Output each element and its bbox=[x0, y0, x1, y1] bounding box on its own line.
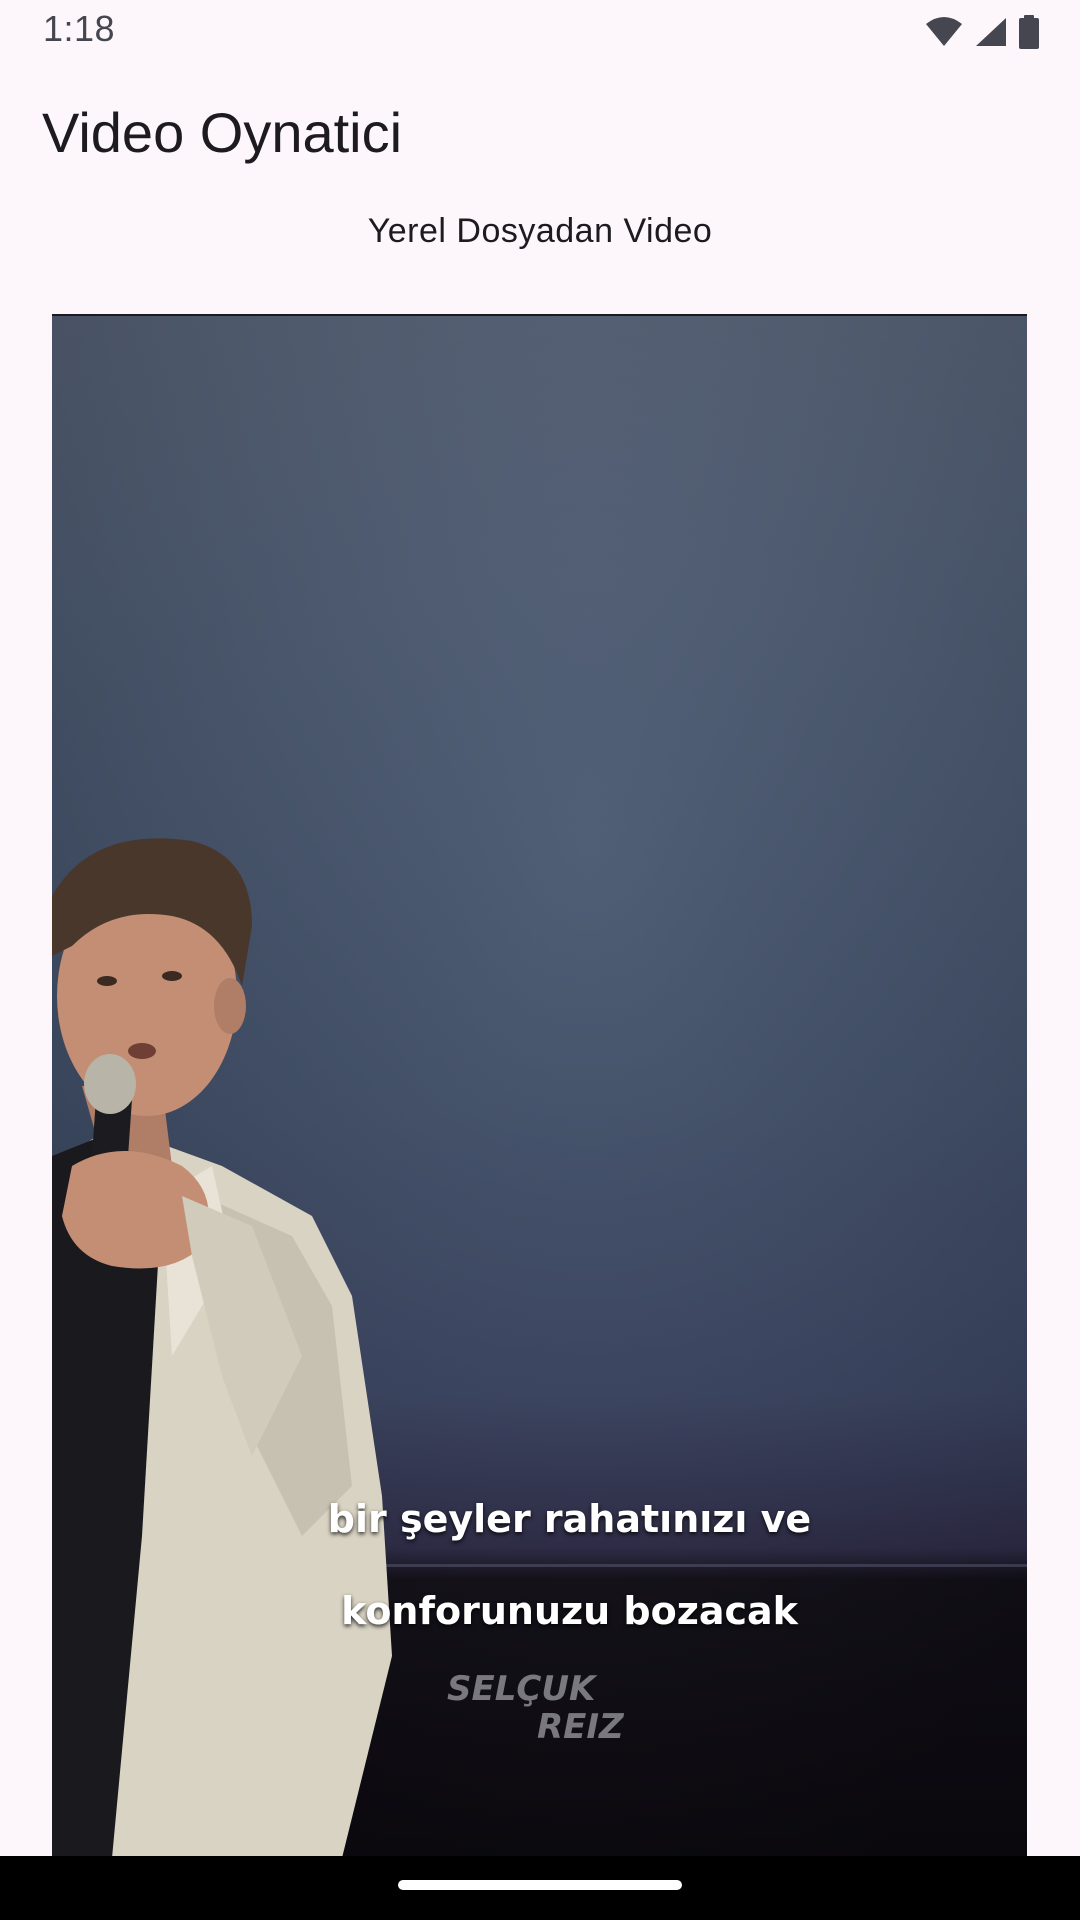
navigation-bar bbox=[0, 1856, 1080, 1920]
video-subtitle-line-2: konforunuzu bozacak bbox=[341, 1589, 798, 1633]
wifi-icon bbox=[924, 16, 964, 48]
video-player[interactable]: bir şeyler rahatınızı ve konforunuzu boz… bbox=[52, 314, 1027, 1856]
status-bar: 1:18 bbox=[0, 0, 1080, 62]
home-gesture-handle[interactable] bbox=[398, 1880, 682, 1890]
cellular-signal-icon bbox=[974, 16, 1008, 48]
video-subtitle: bir şeyler rahatınızı ve konforunuzu boz… bbox=[52, 1450, 1027, 1680]
watermark-logo: SELÇUK REIZ bbox=[447, 1669, 625, 1746]
svg-text:REIZ: REIZ bbox=[537, 1707, 625, 1746]
app-bar-title: Video Oynatici bbox=[42, 101, 403, 164]
svg-text:SELÇUK: SELÇUK bbox=[447, 1669, 598, 1709]
video-speaker-figure bbox=[52, 838, 392, 1856]
section-title: Yerel Dosyadan Video bbox=[367, 212, 713, 250]
video-subtitle-line-1: bir şeyler rahatınızı ve bbox=[327, 1497, 812, 1541]
status-icons bbox=[924, 12, 1040, 52]
battery-icon bbox=[1018, 15, 1040, 49]
status-time: 1:18 bbox=[43, 8, 116, 49]
